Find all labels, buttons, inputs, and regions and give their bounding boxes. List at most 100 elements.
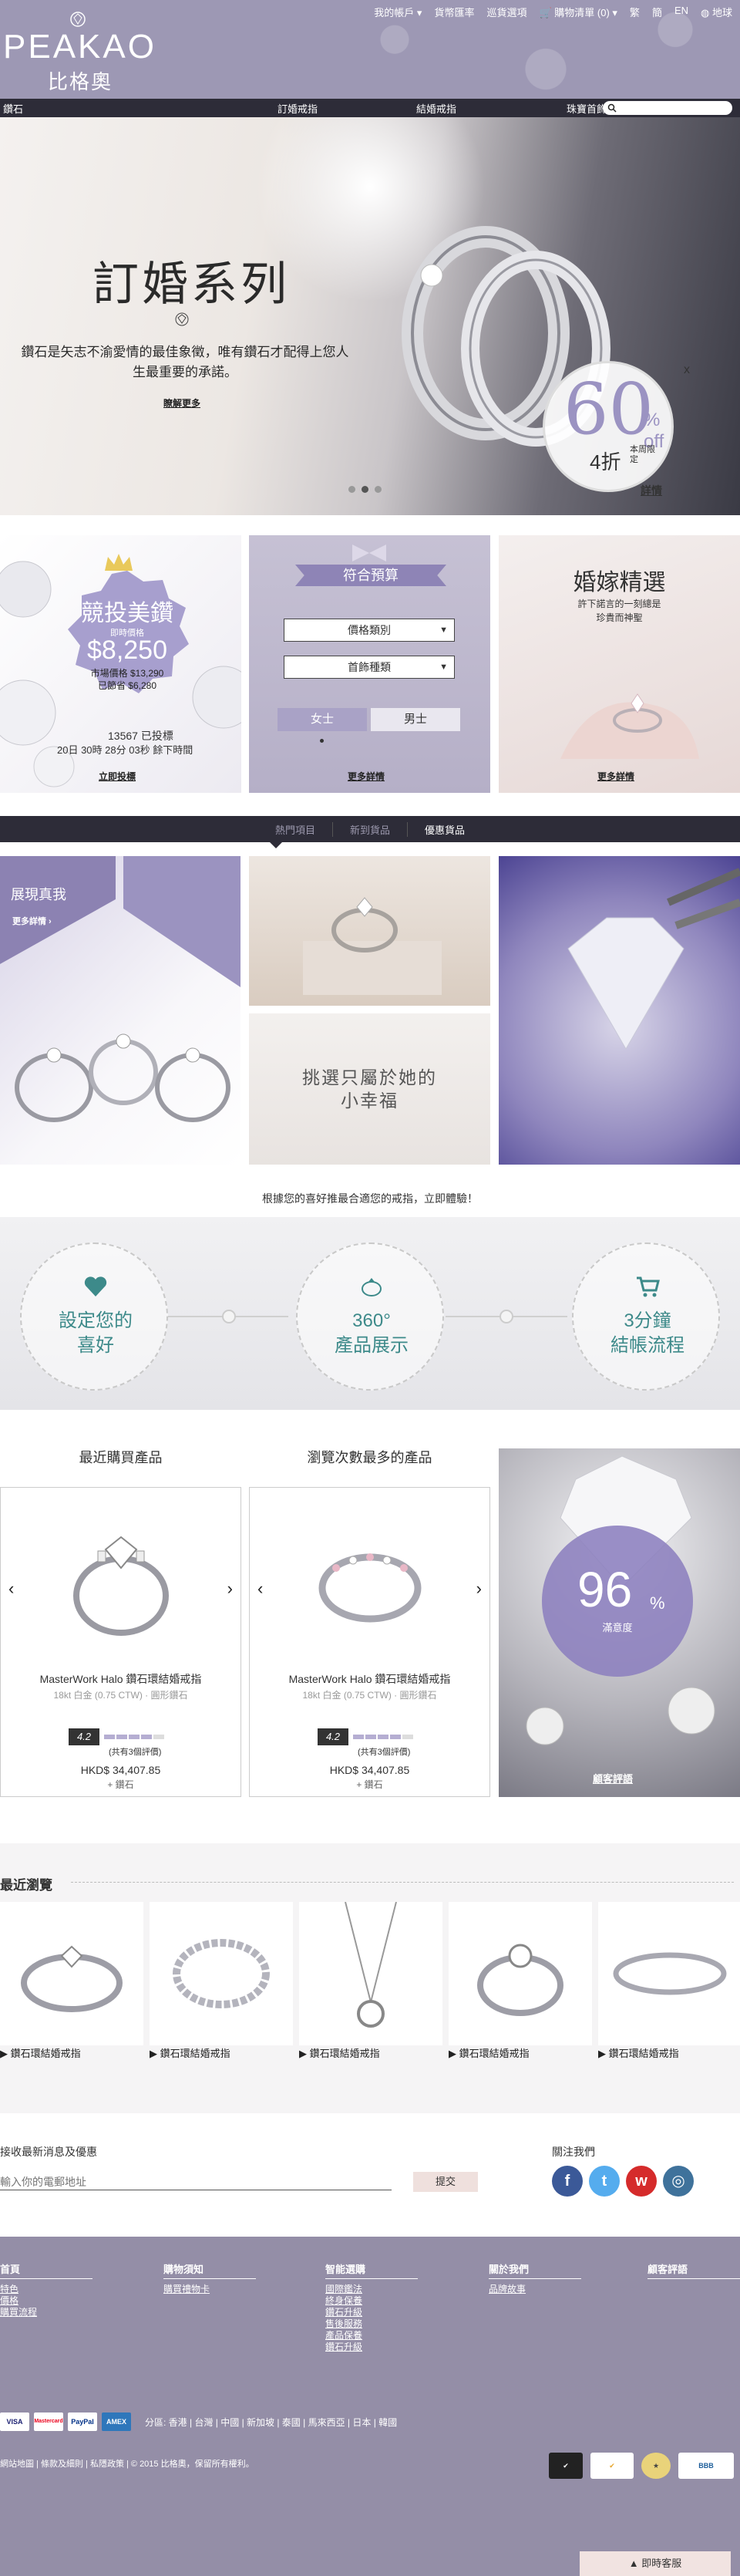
feature-set-preferences[interactable]: 設定您的 喜好 (20, 1242, 168, 1391)
feature-line1: 設定您的 (59, 1310, 133, 1331)
recent-item-image[interactable] (598, 1902, 740, 2045)
footer-heading[interactable]: 關於我們 (489, 2261, 581, 2279)
footer-link[interactable]: 價格 (0, 2295, 92, 2307)
twitter-icon[interactable]: t (589, 2166, 620, 2197)
nav-item-engagement[interactable]: 訂婚戒指 (146, 101, 378, 116)
feature-line2: 結帳流程 (610, 1335, 684, 1356)
newsletter-title: 接收最新消息及優惠 (0, 2146, 97, 2158)
shipping-link[interactable]: 巡貨選項 (486, 5, 526, 19)
hero-banner[interactable]: 訂婚系列 鑽石是矢志不渝愛情的最佳象徵，唯有鑽石才配得上您人生最重要的承諾。 瞭… (0, 117, 740, 515)
recent-item-image[interactable] (150, 1902, 293, 2045)
footer-link[interactable]: 產品保養 (325, 2330, 418, 2342)
bridal-more-link[interactable]: 更多詳情 (597, 770, 634, 783)
account-menu[interactable]: 我的帳戶 ▾ (374, 5, 422, 19)
footer-link[interactable]: 特色 (0, 2284, 92, 2295)
product-name[interactable]: MasterWork Halo 鑽石環結婚戒指 (1, 1671, 240, 1687)
recent-item-image[interactable] (0, 1902, 143, 2045)
recent-item-label[interactable]: ▶ 鑽石環結婚戒指 (449, 2045, 592, 2060)
hero-learn-more-link[interactable]: 瞭解更多 (163, 396, 200, 410)
gallery-happiness[interactable]: 挑選只屬於她的 小幸福 (249, 1013, 490, 1165)
product-card[interactable]: ‹ › MasterWork Halo 鑽石環結婚戒指 18kt 白金 (0.7… (249, 1487, 490, 1797)
promo-badge[interactable]: 60 % off 4折 本周限定 詳情 x (543, 361, 690, 497)
recent-item-label[interactable]: ▶ 鑽石環結婚戒指 (0, 2045, 143, 2060)
feature-checkout[interactable]: 3分鐘 結帳流程 (572, 1242, 720, 1391)
gallery-ring-photo[interactable] (249, 856, 490, 1006)
feature-text: 360° 產品展示 (298, 1309, 446, 1358)
search-input[interactable] (603, 101, 732, 115)
chevron-right-icon[interactable]: › (227, 1579, 233, 1599)
rings-image (15, 1033, 230, 1122)
carousel-dot[interactable] (375, 486, 382, 493)
email-field[interactable] (0, 2170, 392, 2190)
carousel-dot-active[interactable] (362, 486, 368, 493)
bbb-badge-icon: BBB (678, 2453, 734, 2479)
nav-item-wedding[interactable]: 結婚戒指 (378, 101, 528, 116)
auction-card: 競投美鑽 即時價格 $8,250 市場價格 $13,290 已節省 $6,280… (0, 535, 241, 793)
footer-heading[interactable]: 首頁 (0, 2261, 92, 2279)
lang-simp[interactable]: 簡 (652, 5, 662, 19)
footer-link[interactable]: 售後服務 (325, 2318, 418, 2330)
facebook-icon[interactable]: f (552, 2166, 583, 2197)
live-chat-button[interactable]: ▲ 即時客服 (580, 2551, 731, 2576)
brand-logo-zh[interactable]: 比格奧 (48, 66, 113, 95)
weibo-icon[interactable]: w (626, 2166, 657, 2197)
shopping-list[interactable]: 🛒 購物清單 (0) ▾ (539, 5, 617, 19)
customer-reviews-link[interactable]: 顧客評語 (593, 1771, 633, 1785)
promo-details-link[interactable]: 詳情 (641, 483, 662, 498)
footer-link[interactable]: 國際鑑法 (325, 2284, 418, 2295)
submit-button[interactable]: 提交 (413, 2172, 478, 2192)
footer-link[interactable]: 鑽石升級 (325, 2342, 418, 2353)
tab-new-arrivals[interactable]: 新到貨品 (333, 821, 408, 837)
footer-link[interactable]: 購買流程 (0, 2307, 92, 2318)
chevron-left-icon[interactable]: ‹ (257, 1579, 263, 1599)
chevron-right-icon[interactable]: › (476, 1579, 482, 1599)
product-name[interactable]: MasterWork Halo 鑽石環結婚戒指 (250, 1671, 489, 1687)
footer-link[interactable]: 購買禮物卡 (163, 2284, 256, 2295)
band-image (613, 1952, 727, 1995)
instagram-icon[interactable]: ◎ (663, 2166, 694, 2197)
hand-ring-image (560, 693, 699, 759)
nav-item-diamonds[interactable]: 鑽石 (0, 101, 146, 116)
gallery-true-self[interactable]: 展現真我 更多詳情 › (0, 856, 240, 1165)
feature-text: 設定您的 喜好 (22, 1309, 170, 1358)
recent-item-label[interactable]: ▶ 鑽石環結婚戒指 (299, 2045, 442, 2060)
feature-360-view[interactable]: 360° 產品展示 (296, 1242, 444, 1391)
review-count[interactable]: (共有3個評價) (109, 1745, 161, 1758)
footer-heading[interactable]: 智能選購 (325, 2261, 418, 2279)
currency-link[interactable]: 貨幣匯率 (434, 5, 474, 19)
recent-item-image[interactable] (449, 1902, 592, 2045)
features-section: 設定您的 喜好 360° 產品展示 3分鐘 結帳流程 (0, 1217, 740, 1410)
product-card[interactable]: ‹ › MasterWork Halo 鑽石環結婚戒指 18kt 白金 (0.7… (0, 1487, 241, 1797)
globe-link[interactable]: ◍ 地球 (701, 5, 732, 19)
gender-female-button[interactable]: 女士 (278, 708, 367, 731)
recent-item-label[interactable]: ▶ 鑽石環結婚戒指 (150, 2045, 293, 2060)
budget-more-link[interactable]: 更多詳情 (348, 770, 385, 783)
copyright-text[interactable]: 網站地圖 | 條款及細則 | 私隱政策 | © 2015 比格奧，保留所有權利。 (0, 2457, 254, 2470)
diamond-tweezers-image (567, 868, 740, 1050)
lang-trad[interactable]: 繁 (630, 5, 640, 19)
gallery-diamond[interactable] (499, 856, 740, 1165)
lang-en[interactable]: EN (674, 5, 688, 19)
carousel-dot[interactable] (348, 486, 355, 493)
footer-heading[interactable]: 顧客評語 (648, 2261, 740, 2279)
chevron-left-icon[interactable]: ‹ (8, 1579, 14, 1599)
tab-hot-items[interactable]: 熱門項目 (258, 821, 333, 837)
footer-link[interactable]: 終身保養 (325, 2295, 418, 2307)
review-count[interactable]: (共有3個評價) (358, 1745, 410, 1758)
recent-item-image[interactable] (299, 1901, 442, 2045)
bid-now-link[interactable]: 立即投標 (99, 770, 136, 783)
close-icon[interactable]: x (684, 363, 690, 377)
price-category-select[interactable]: 價格類別 ▼ (284, 619, 455, 642)
gallery-more-link[interactable]: 更多詳情 › (12, 915, 52, 927)
footer-heading[interactable]: 購物須知 (163, 2261, 256, 2279)
recent-item-label[interactable]: ▶ 鑽石環結婚戒指 (598, 2045, 740, 2060)
gender-male-button[interactable]: 男士 (371, 708, 460, 731)
footer-link[interactable]: 鑽石升級 (325, 2307, 418, 2318)
auction-title: 競投美鑽 (81, 601, 173, 626)
brand-logo[interactable]: PEAKAO (3, 28, 156, 66)
ring-box-image (303, 897, 442, 995)
region-links[interactable]: 分區: 香港 | 台灣 | 中國 | 新加坡 | 泰國 | 馬來西亞 | 日本 … (145, 2416, 397, 2429)
tab-special-offers[interactable]: 優惠貨品 (408, 822, 482, 837)
jewelry-type-select[interactable]: 首飾種類 ▼ (284, 656, 455, 679)
footer-link[interactable]: 品牌故事 (489, 2284, 581, 2295)
